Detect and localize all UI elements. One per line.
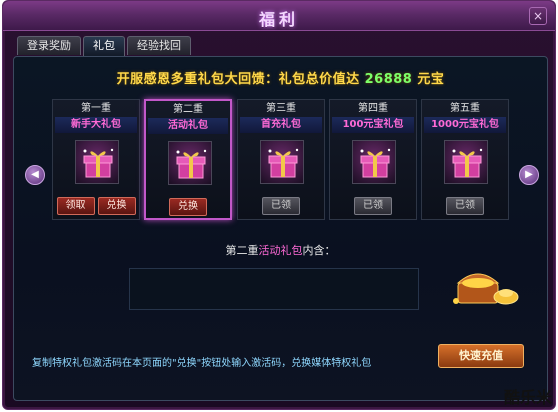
package-contents-box [129,268,419,310]
gift-box-icon [444,140,488,184]
gift-box-icon [260,140,304,184]
action-buttons: 兑换 [146,198,230,216]
contents-prefix: 第二重 [225,244,259,257]
headline-text: 开服感恩多重礼包大回馈：礼包总价值达 [116,72,365,87]
package-name: 活动礼包 [148,118,228,134]
action-buttons: 领取 兑换 [53,197,139,215]
redeem-instructions: 复制特权礼包激活码在本页面的"兑换"按钮处输入激活码，兑换媒体特权礼包 [32,358,372,369]
gift-card-tier-3[interactable]: 第三重 首充礼包 已领 [237,99,325,220]
claimed-button[interactable]: 已领 [354,197,392,215]
package-name: 首充礼包 [240,117,322,133]
title-bar: 福利 × [3,1,555,31]
welfare-window: 福利 × 登录奖励 礼包 经验找回 开服感恩多重礼包大回馈：礼包总价值达 268… [2,0,556,410]
gift-box-icon [75,140,119,184]
next-arrow-button[interactable]: ▶ [519,165,539,185]
action-buttons: 已领 [238,197,324,215]
tier-label: 第二重 [173,104,203,115]
headline-amount: 26888 [364,72,413,87]
gift-card-tier-4[interactable]: 第四重 100元宝礼包 已领 [329,99,417,220]
tab-bar: 登录奖励 礼包 经验找回 [17,36,191,56]
tier-label: 第五重 [450,103,480,114]
gift-card-tier-2[interactable]: 第二重 活动礼包 兑换 [144,99,232,220]
package-contents-title: 第二重活动礼包内含： [14,242,547,258]
claim-button[interactable]: 领取 [56,197,95,215]
contents-package: 活动礼包 [258,244,303,257]
tab-login-reward[interactable]: 登录奖励 [17,36,81,55]
redeem-button[interactable]: 兑换 [169,198,207,216]
treasure-chest-icon [450,261,524,313]
tier-label: 第四重 [358,103,388,114]
tab-gift-packs[interactable]: 礼包 [83,36,125,56]
contents-suffix: 内含： [302,244,336,257]
gift-panel: 开服感恩多重礼包大回馈：礼包总价值达 26888 元宝 ◀ ▶ 第一重 新手大礼… [13,56,548,401]
gift-card-tier-5[interactable]: 第五重 1000元宝礼包 已领 [421,99,509,220]
gift-box-icon [352,140,396,184]
headline-unit: 元宝 [412,72,445,87]
redeem-button[interactable]: 兑换 [97,197,136,215]
claimed-button[interactable]: 已领 [446,197,484,215]
action-buttons: 已领 [330,197,416,215]
action-buttons: 已领 [422,197,508,215]
promo-headline: 开服感恩多重礼包大回馈：礼包总价值达 26888 元宝 [14,68,547,87]
watermark-logo: 酷乐米 [503,388,552,407]
quick-recharge-button[interactable]: 快速充值 [438,344,524,368]
gift-card-tier-1[interactable]: 第一重 新手大礼包 领取 兑换 [52,99,140,220]
claimed-button[interactable]: 已领 [262,197,300,215]
window-title: 福利 [258,10,299,29]
package-name: 1000元宝礼包 [424,117,506,133]
tier-label: 第一重 [81,103,111,114]
prev-arrow-button[interactable]: ◀ [25,165,45,185]
package-name: 新手大礼包 [55,117,137,133]
tab-exp-recovery[interactable]: 经验找回 [127,36,191,55]
close-button[interactable]: × [529,7,547,25]
gift-box-icon [168,141,212,185]
package-name: 100元宝礼包 [332,117,414,133]
tier-label: 第三重 [266,103,296,114]
